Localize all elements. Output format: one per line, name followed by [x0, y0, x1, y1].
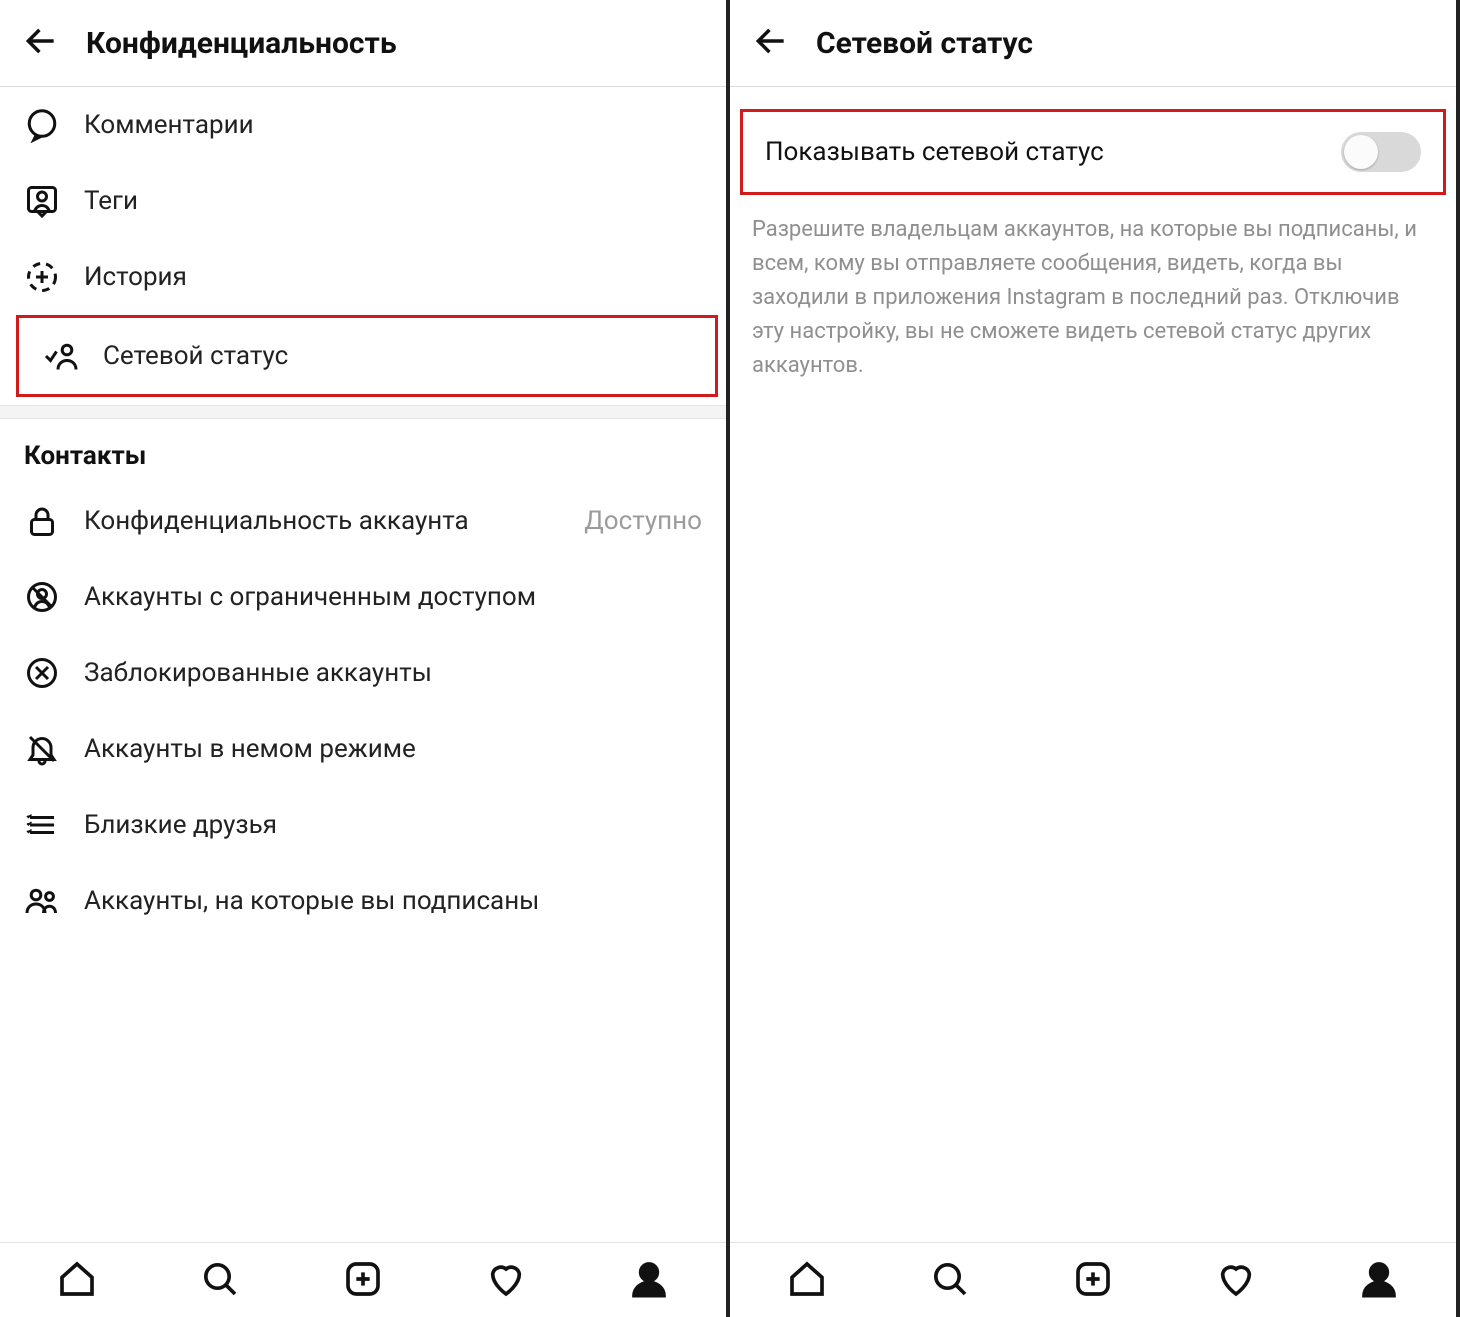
contacts-section-title: Контакты: [0, 419, 726, 483]
blocked-icon: [24, 655, 60, 691]
tab-add[interactable]: [1073, 1259, 1113, 1303]
show-activity-toggle-row[interactable]: Показывать сетевой статус: [740, 109, 1446, 195]
row-blocked[interactable]: Заблокированные аккаунты: [0, 635, 726, 711]
tab-profile[interactable]: [1359, 1259, 1399, 1303]
row-label: Конфиденциальность аккаунта: [84, 506, 560, 536]
toggle-knob: [1344, 135, 1378, 169]
row-trailing: Доступно: [584, 506, 702, 536]
row-restricted[interactable]: Аккаунты с ограниченным доступом: [0, 559, 726, 635]
row-label: Аккаунты в немом режиме: [84, 734, 702, 764]
toggle-label: Показывать сетевой статус: [765, 137, 1104, 167]
tabbar: [0, 1242, 726, 1317]
row-label: Комментарии: [84, 110, 702, 140]
header: Сетевой статус: [730, 0, 1456, 87]
tab-activity[interactable]: [1216, 1259, 1256, 1303]
toggle-description: Разрешите владельцам аккаунтов, на котор…: [730, 205, 1456, 383]
row-label: История: [84, 262, 702, 292]
row-label: Аккаунты с ограниченным доступом: [84, 582, 702, 612]
row-comments[interactable]: Комментарии: [0, 87, 726, 163]
tab-add[interactable]: [343, 1259, 383, 1303]
row-label: Близкие друзья: [84, 810, 702, 840]
tab-search[interactable]: [930, 1259, 970, 1303]
privacy-list: Комментарии Теги История Сетевой статус …: [0, 87, 726, 1242]
row-tags[interactable]: Теги: [0, 163, 726, 239]
header: Конфиденциальность: [0, 0, 726, 87]
back-icon[interactable]: [22, 22, 60, 64]
tabbar: [730, 1242, 1456, 1317]
row-label: Заблокированные аккаунты: [84, 658, 702, 688]
privacy-screen: Конфиденциальность Комментарии Теги Исто…: [0, 0, 730, 1317]
tab-home[interactable]: [57, 1259, 97, 1303]
section-divider: [0, 405, 726, 419]
row-activity-status[interactable]: Сетевой статус: [16, 315, 718, 397]
back-icon[interactable]: [752, 22, 790, 64]
row-story[interactable]: История: [0, 239, 726, 315]
row-label: Сетевой статус: [103, 341, 691, 371]
tag-person-icon: [24, 183, 60, 219]
row-label: Аккаунты, на которые вы подписаны: [84, 886, 702, 916]
toggle-switch[interactable]: [1341, 132, 1421, 172]
story-add-icon: [24, 259, 60, 295]
bell-mute-icon: [24, 731, 60, 767]
row-label: Теги: [84, 186, 702, 216]
page-title: Конфиденциальность: [86, 26, 397, 61]
activity-content: Показывать сетевой статус Разрешите влад…: [730, 87, 1456, 1242]
tab-activity[interactable]: [486, 1259, 526, 1303]
tab-home[interactable]: [787, 1259, 827, 1303]
lock-icon: [24, 503, 60, 539]
close-friends-icon: [24, 807, 60, 843]
tab-profile[interactable]: [629, 1259, 669, 1303]
row-muted[interactable]: Аккаунты в немом режиме: [0, 711, 726, 787]
comment-icon: [24, 107, 60, 143]
row-following[interactable]: Аккаунты, на которые вы подписаны: [0, 863, 726, 939]
following-icon: [24, 883, 60, 919]
row-close-friends[interactable]: Близкие друзья: [0, 787, 726, 863]
restricted-icon: [24, 579, 60, 615]
activity-status-screen: Сетевой статус Показывать сетевой статус…: [730, 0, 1460, 1317]
row-account-privacy[interactable]: Конфиденциальность аккаунта Доступно: [0, 483, 726, 559]
tab-search[interactable]: [200, 1259, 240, 1303]
activity-status-icon: [43, 338, 79, 374]
page-title: Сетевой статус: [816, 26, 1033, 61]
